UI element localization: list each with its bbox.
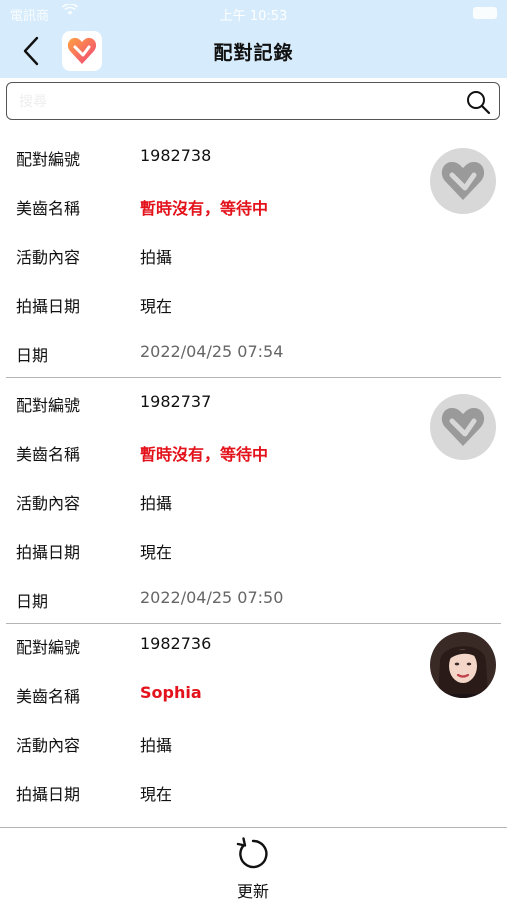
beautician-value: Sophia: [140, 683, 202, 702]
avatar[interactable]: [430, 632, 496, 698]
status-bar: 電訊商 上午 10:53: [0, 0, 507, 24]
shoot-date-value: 現在: [140, 297, 173, 316]
match-no-value: 1982737: [140, 392, 212, 411]
match-no-label: 配對編號: [16, 150, 81, 169]
page-title: 配對記錄: [213, 42, 294, 64]
match-no-row: 配對編號 1982738: [0, 142, 420, 172]
shoot-date-row: 拍攝日期 現在: [0, 289, 420, 319]
refresh-icon: [236, 837, 268, 869]
heart-placeholder-icon: [441, 161, 485, 200]
search-input[interactable]: [17, 87, 461, 117]
activity-row: 活動內容 拍攝: [0, 240, 420, 270]
beautician-row: 美齒名稱 暫時沒有，等待中: [0, 437, 420, 467]
user-photo: [430, 632, 496, 698]
top-bar: 電訊商 上午 10:53 配對記錄: [0, 0, 507, 78]
shoot-date-label: 拍攝日期: [16, 785, 81, 804]
beautician-label: 美齒名稱: [16, 445, 81, 464]
date-label: 日期: [16, 592, 49, 611]
search-bar: [6, 82, 500, 120]
match-record-card[interactable]: 配對編號 1982737 美齒名稱 暫時沒有，等待中 活動內容 拍攝 拍攝日期 …: [0, 378, 507, 624]
date-value: 2022/04/25 07:50: [140, 588, 284, 607]
shoot-date-value: 現在: [140, 543, 173, 562]
beautician-label: 美齒名稱: [16, 687, 81, 706]
refresh-label: 更新: [236, 882, 269, 901]
shoot-date-label: 拍攝日期: [16, 543, 81, 562]
heart-placeholder-icon: [441, 407, 485, 446]
match-record-card[interactable]: 配對編號 1982738 美齒名稱 暫時沒有，等待中 活動內容 拍攝 拍攝日期 …: [0, 132, 507, 378]
search-icon[interactable]: [465, 89, 491, 115]
refresh-button[interactable]: 更新: [222, 834, 284, 901]
bottom-bar: 更新: [0, 827, 507, 901]
date-row: 日期 2022/04/25 07:50: [0, 584, 420, 614]
beautician-value: 暫時沒有，等待中: [140, 445, 269, 464]
activity-value: 拍攝: [140, 248, 173, 267]
beautician-row: 美齒名稱 Sophia: [0, 679, 420, 709]
date-row: 日期 2022/04/25 07:54: [0, 338, 420, 368]
match-no-value: 1982738: [140, 146, 212, 165]
match-no-row: 配對編號 1982737: [0, 388, 420, 418]
beautician-value: 暫時沒有，等待中: [140, 199, 269, 218]
activity-label: 活動內容: [16, 248, 81, 267]
beautician-label: 美齒名稱: [16, 199, 81, 218]
match-record-card[interactable]: 配對編號 1982736 美齒名稱 Sophia 活動內容 拍攝 拍攝日期 現在: [0, 624, 507, 820]
date-label: 日期: [16, 346, 49, 365]
match-no-row: 配對編號 1982736: [0, 630, 420, 660]
activity-label: 活動內容: [16, 736, 81, 755]
activity-value: 拍攝: [140, 736, 173, 755]
status-time: 上午 10:53: [219, 9, 288, 24]
activity-row: 活動內容 拍攝: [0, 728, 420, 758]
battery-icon: [473, 7, 497, 19]
activity-value: 拍攝: [140, 494, 173, 513]
shoot-date-row: 拍攝日期 現在: [0, 535, 420, 565]
match-no-label: 配對編號: [16, 396, 81, 415]
shoot-date-row: 拍攝日期 現在: [0, 777, 420, 807]
shoot-date-value: 現在: [140, 785, 173, 804]
avatar-placeholder[interactable]: [430, 394, 496, 460]
beautician-row: 美齒名稱 暫時沒有，等待中: [0, 191, 420, 221]
match-no-label: 配對編號: [16, 638, 81, 657]
avatar-placeholder[interactable]: [430, 148, 496, 214]
nav-bar: 配對記錄: [0, 24, 507, 78]
date-value: 2022/04/25 07:54: [140, 342, 284, 361]
shoot-date-label: 拍攝日期: [16, 297, 81, 316]
activity-row: 活動內容 拍攝: [0, 486, 420, 516]
activity-label: 活動內容: [16, 494, 81, 513]
match-no-value: 1982736: [140, 634, 212, 653]
match-record-list: 配對編號 1982738 美齒名稱 暫時沒有，等待中 活動內容 拍攝 拍攝日期 …: [0, 132, 507, 820]
